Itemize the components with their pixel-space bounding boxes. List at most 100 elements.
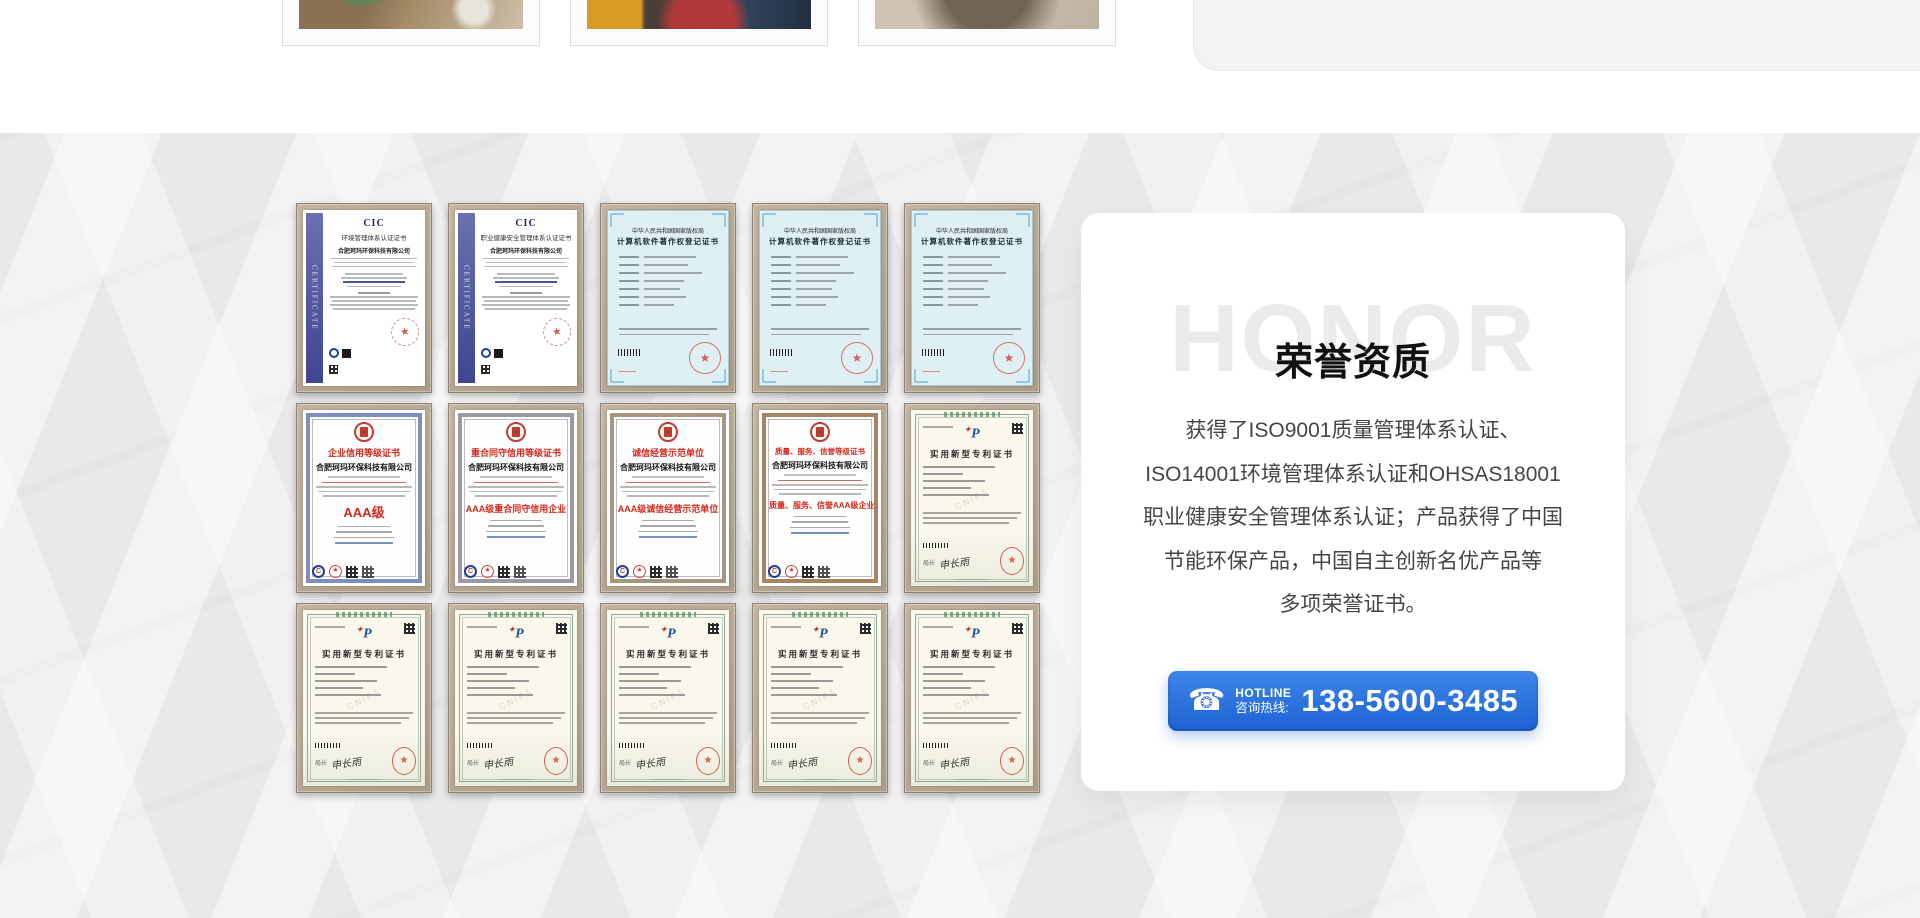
certificate-fields [923,256,1006,312]
certificate-thumbnail-r1-c4[interactable]: 中华人民共和国国家版权局计算机软件著作权登记证书★ [752,203,888,393]
certificate-paper: 企业信用等级证书合肥珂玛环保科技有限公司AAA级C★ [303,410,425,586]
decor-text-line [334,537,394,539]
signature-row: 局长申长雨 [923,555,969,570]
hotline-label-zh: 咨询热线: [1235,701,1288,715]
certificate-thumbnail-r2-c3[interactable]: 诚信经营示范单位合肥珂玛环保科技有限公司AAA级诚信经营示范单位C★ [600,403,736,593]
decor-text-line [347,779,381,781]
signature-row: 局长申长雨 [771,755,817,770]
certificate-thumbnail-r1-c2[interactable]: CERTIFICATECIC职业健康安全管理体系认证证书合肥珂玛环保科技有限公司… [448,203,584,393]
certificate-thumbnail-r2-c2[interactable]: 重合同守信用等级证书合肥珂玛环保科技有限公司AAA级重合同守信用企业C★ [448,403,584,593]
decor-text-line [923,680,985,682]
certificate-thumbnail-r1-c1[interactable]: CERTIFICATECIC环境管理体系认证证书合肥珂玛环保科技有限公司★ [296,203,432,393]
gallery-photo-card-1[interactable] [282,0,540,46]
decor-text-line [485,308,568,310]
red-star-seal-icon: ★ [841,342,873,374]
barcode-icon [618,349,640,356]
certificate-thumbnail-r2-c4[interactable]: 质量、服务、信誉等级证书合肥珂玛环保科技有限公司质量、服务、信誉AAA级企业C★ [752,403,888,593]
decor-text-line [315,717,409,719]
decor-text-line [619,694,685,696]
decor-text-line [644,272,702,274]
certificate-number-line [618,371,636,373]
signer-signature: 申长雨 [482,753,514,772]
decor-text-line [619,717,713,719]
decor-text-line [771,272,791,274]
certificate-paper: ✦P实用新型专利证书CNIPA局长申长雨★ [911,410,1033,586]
decor-text-line [486,262,567,264]
decor-text-line [644,288,680,290]
qr-code-icon [514,566,526,578]
signature-row: 局长申长雨 [467,755,513,770]
certificate-content: CIC职业健康安全管理体系认证证书合肥珂玛环保科技有限公司 [479,218,573,310]
field-row [771,304,854,306]
signer-role: 局长 [619,758,631,767]
credit-association-logo-icon: C [768,565,781,578]
certificate-side-band: CERTIFICATE [458,213,475,383]
hotline-labels: HOTLINE 咨询热线: [1235,687,1291,715]
issuing-authority: 中华人民共和国国家版权局 [911,226,1033,235]
decor-text-line [620,486,716,488]
decor-text-line [315,673,355,675]
red-star-seal-icon: ★ [993,342,1025,374]
certificate-thumbnail-r3-c4[interactable]: ✦P实用新型专利证书CNIPA局长申长雨★ [752,603,888,793]
red-star-stamp-icon: ★ [329,565,342,578]
decor-text-line [923,334,1013,336]
decor-paragraph [619,328,717,339]
honor-description: 获得了ISO9001质量管理体系认证、ISO14001环境管理体系认证和OHSA… [1121,409,1585,627]
decor-text-line [923,687,971,689]
decor-text-line [315,694,381,696]
honor-description-line: 职业健康安全管理体系认证；产品获得了中国 [1121,496,1585,540]
signer-signature: 申长雨 [330,753,362,772]
decor-text-line [792,521,848,523]
certificate-side-band: CERTIFICATE [306,213,323,383]
emblem-inner [664,427,672,437]
certificate-thumbnail-r1-c5[interactable]: 中华人民共和国国家版权局计算机软件著作权登记证书★ [904,203,1040,393]
company-name: 合肥珂玛环保科技有限公司 [617,462,719,473]
decor-text-line [923,512,1021,514]
honor-description-line: ISO14001环境管理体系认证和OHSAS18001 [1121,453,1585,497]
certificate-paper: ✦P实用新型专利证书CNIPA局长申长雨★ [607,610,729,786]
certificate-thumbnail-r1-c3[interactable]: 中华人民共和国国家版权局计算机软件著作权登记证书★ [600,203,736,393]
gallery-photo-card-3[interactable] [858,0,1116,46]
certificate-thumbnail-r3-c1[interactable]: ✦P实用新型专利证书CNIPA局长申长雨★ [296,603,432,793]
garland-decoration-icon [336,612,392,617]
hotline-button[interactable]: ☎ HOTLINE 咨询热线: 138-5600-3485 [1168,671,1538,731]
certificate-fields [923,466,995,496]
certificate-thumbnail-r2-c1[interactable]: 企业信用等级证书合肥珂玛环保科技有限公司AAA级C★ [296,403,432,593]
decor-text-line [467,722,553,724]
decor-text-line [619,256,639,258]
credit-emblem-icon [658,422,678,442]
certificate-number-line [770,371,788,373]
field-row [619,304,702,306]
decor-text-line [923,466,995,468]
honor-description-line: 节能环保产品，中国自主创新名优产品等 [1121,540,1585,584]
decor-text-line [358,292,390,294]
decor-text-line [482,304,569,306]
logo-spark: ✦ [812,625,819,634]
decor-text-line [619,673,659,675]
credit-emblem-icon [506,422,526,442]
decor-text-line [923,712,1021,714]
certificate-thumbnail-r2-c5[interactable]: ✦P实用新型专利证书CNIPA局长申长雨★ [904,403,1040,593]
qr-code-icon [498,566,510,578]
decor-text-line [771,280,791,282]
gallery-photo-card-2[interactable] [570,0,828,46]
decor-text-line [771,666,843,668]
certificate-thumbnail-r3-c2[interactable]: ✦P实用新型专利证书CNIPA局长申长雨★ [448,603,584,793]
cic-circle-logo-icon [329,348,339,358]
certificate-paper: ✦P实用新型专利证书CNIPA局长申长雨★ [911,610,1033,786]
decor-text-line [619,666,691,668]
field-row [923,304,1006,306]
decor-text-line [345,273,403,275]
certificate-thumbnail-r3-c5[interactable]: ✦P实用新型专利证书CNIPA局长申长雨★ [904,603,1040,793]
certificate-title: 质量、服务、信誉等级证书 [769,446,871,457]
decor-text-line [619,304,639,306]
decor-text-line [483,258,569,260]
certificate-thumbnail-r3-c3[interactable]: ✦P实用新型专利证书CNIPA局长申长雨★ [600,603,736,793]
decor-text-line [923,288,943,290]
decor-text-line [336,531,392,533]
field-row [619,280,702,282]
decor-text-line [315,712,413,714]
red-star-seal-icon: ★ [689,342,721,374]
certificate-fields [465,520,567,538]
field-row [923,288,1006,290]
